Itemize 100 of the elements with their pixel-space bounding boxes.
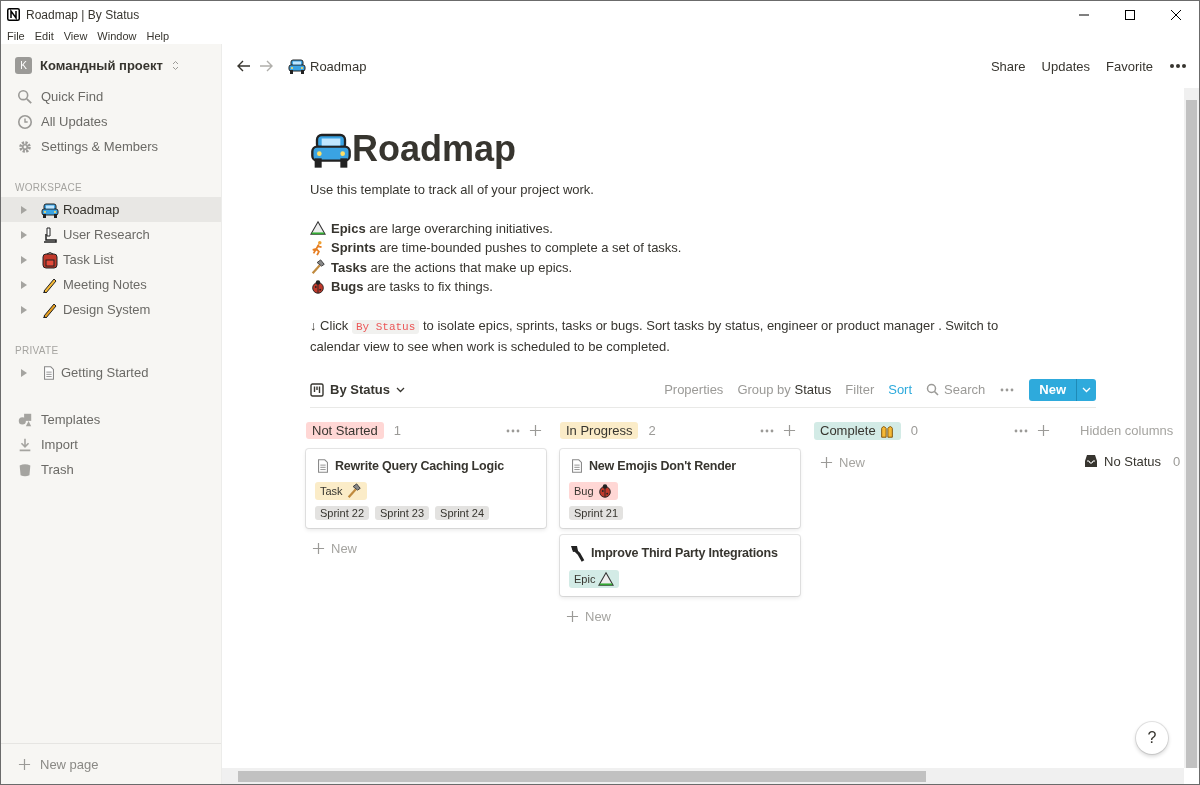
topbar-action[interactable]: Share — [990, 58, 1026, 74]
menu-item[interactable]: Edit — [34, 30, 54, 42]
sprint-tag: Sprint 24 — [435, 505, 490, 520]
add-icon — [529, 424, 542, 437]
status-tag: In Progress — [560, 422, 639, 439]
trash-icon — [17, 461, 33, 478]
workspace-name[interactable]: Командный проект — [40, 58, 163, 73]
status-tag: Not Started — [306, 422, 384, 439]
vertical-scrollbar[interactable] — [1184, 88, 1199, 768]
sidebar-page-item[interactable]: Getting Started — [1, 360, 221, 385]
triangle-icon — [598, 570, 615, 587]
sidebar-page-item[interactable]: Task List — [1, 247, 221, 272]
sidebar-nav-item[interactable]: Settings & Members — [1, 134, 221, 159]
car-icon — [41, 200, 59, 219]
plus-icon — [18, 757, 31, 771]
expand-triangle-icon — [19, 254, 29, 265]
document-icon — [569, 457, 585, 474]
new-page-button[interactable]: New page — [1, 743, 221, 784]
document-icon — [41, 364, 57, 381]
plus-icon — [312, 541, 325, 555]
sprint-tag: Sprint 23 — [375, 505, 430, 520]
legend-text: Bugs are tasks to fix things. — [331, 278, 493, 296]
sprint-tag: Sprint 21 — [569, 505, 624, 520]
column-count: 0 — [910, 423, 918, 438]
horizontal-scrollbar[interactable] — [222, 768, 1184, 784]
sidebar-nav-item[interactable]: Trash — [1, 457, 221, 482]
menu-item[interactable]: View — [63, 30, 88, 42]
forward-arrow-icon — [258, 58, 274, 74]
sidebar-nav-item[interactable]: Quick Find — [1, 84, 221, 109]
sidebar-page-item[interactable]: Meeting Notes — [1, 272, 221, 297]
document-icon — [315, 457, 331, 474]
type-tag: Task — [315, 481, 367, 500]
settings-icon — [17, 138, 33, 155]
help-button[interactable]: ? — [1136, 722, 1168, 754]
view-selector[interactable]: By Status — [330, 382, 390, 397]
card-title: Rewrite Query Caching Logic — [335, 458, 504, 473]
sidebar-nav-item[interactable]: All Updates — [1, 109, 221, 134]
section-heading: PRIVATE — [14, 344, 60, 358]
intro-text: Use this template to track all of your project work. — [310, 181, 595, 199]
plus-icon — [820, 455, 833, 469]
legend-text: Tasks are the actions that make up epics. — [331, 258, 573, 277]
download-icon — [17, 436, 33, 453]
toolbar-button[interactable]: Filter — [845, 382, 875, 397]
board-card[interactable]: New Emojis Don't Render Bug Sprint 21 — [560, 448, 800, 528]
type-tag: Bug — [569, 481, 618, 500]
maximize-icon — [1125, 9, 1135, 20]
chevron-down-icon — [395, 386, 405, 393]
expand-triangle-icon — [19, 204, 29, 215]
hammer-icon — [345, 482, 362, 499]
plus-icon — [566, 609, 579, 623]
column-count: 2 — [648, 423, 656, 438]
type-tag: Epic — [569, 569, 620, 588]
search-icon — [17, 88, 33, 105]
inbox-icon — [1084, 454, 1098, 468]
sort-arrows-icon — [170, 60, 180, 71]
backpack-icon — [41, 250, 59, 269]
hidden-column-item[interactable]: No Status 0 — [1084, 453, 1181, 469]
hidden-columns-heading: Hidden columns — [1080, 422, 1175, 440]
section-heading: WORKSPACE — [14, 181, 83, 195]
menu-item[interactable]: File — [7, 30, 25, 42]
window-title: Roadmap | By Status — [26, 7, 141, 22]
sidebar-nav-item[interactable]: Import — [1, 432, 221, 457]
expand-triangle-icon — [19, 304, 29, 315]
menu-item[interactable]: Help — [146, 30, 170, 42]
toolbar-button[interactable]: Sort — [888, 382, 913, 397]
menu-item[interactable]: Window — [97, 30, 137, 42]
expand-triangle-icon — [19, 367, 29, 378]
board-card[interactable]: Rewrite Query Caching Logic Task Sprint 22 Sprint 23 Sprint 24 — [306, 448, 546, 528]
sidebar-page-item[interactable]: User Research — [1, 222, 221, 247]
sprint-tag: Sprint 22 — [315, 505, 370, 520]
sidebar-nav-item[interactable]: Templates — [1, 407, 221, 432]
topbar-action[interactable]: Favorite — [1106, 58, 1153, 74]
chevron-down-icon — [1082, 386, 1091, 393]
add-icon — [783, 424, 796, 437]
car-icon — [288, 57, 306, 75]
expand-triangle-icon — [19, 279, 29, 290]
board-card[interactable]: Improve Third Party Integrations Epic — [560, 534, 800, 596]
page-title: Roadmap — [352, 131, 517, 167]
ladybug-icon — [310, 278, 326, 295]
shapes-icon — [17, 411, 33, 428]
workspace-avatar: K — [15, 57, 32, 74]
close-icon — [1171, 9, 1181, 20]
triangle-icon — [310, 220, 326, 237]
legend-text: Epics are large overarching initiatives. — [331, 219, 553, 238]
back-arrow-icon — [236, 58, 252, 74]
toolbar-button[interactable]: Group by Status — [737, 382, 832, 397]
card-title: Improve Third Party Integrations — [591, 545, 778, 560]
expand-triangle-icon — [19, 229, 29, 240]
search-button[interactable]: Search — [926, 382, 986, 397]
app-logo-icon — [7, 8, 20, 21]
breadcrumb-link[interactable]: Roadmap — [310, 58, 367, 74]
column-count: 1 — [393, 423, 401, 438]
topbar-action[interactable]: Updates — [1041, 58, 1091, 74]
ladybug-icon — [596, 482, 613, 499]
sidebar-page-item[interactable]: Design System — [1, 297, 221, 322]
search-icon — [926, 383, 940, 396]
sidebar-page-item[interactable]: Roadmap — [1, 197, 221, 222]
hammer-icon — [310, 259, 326, 276]
toolbar-button[interactable]: Properties — [664, 382, 724, 397]
add-icon — [1037, 424, 1050, 437]
